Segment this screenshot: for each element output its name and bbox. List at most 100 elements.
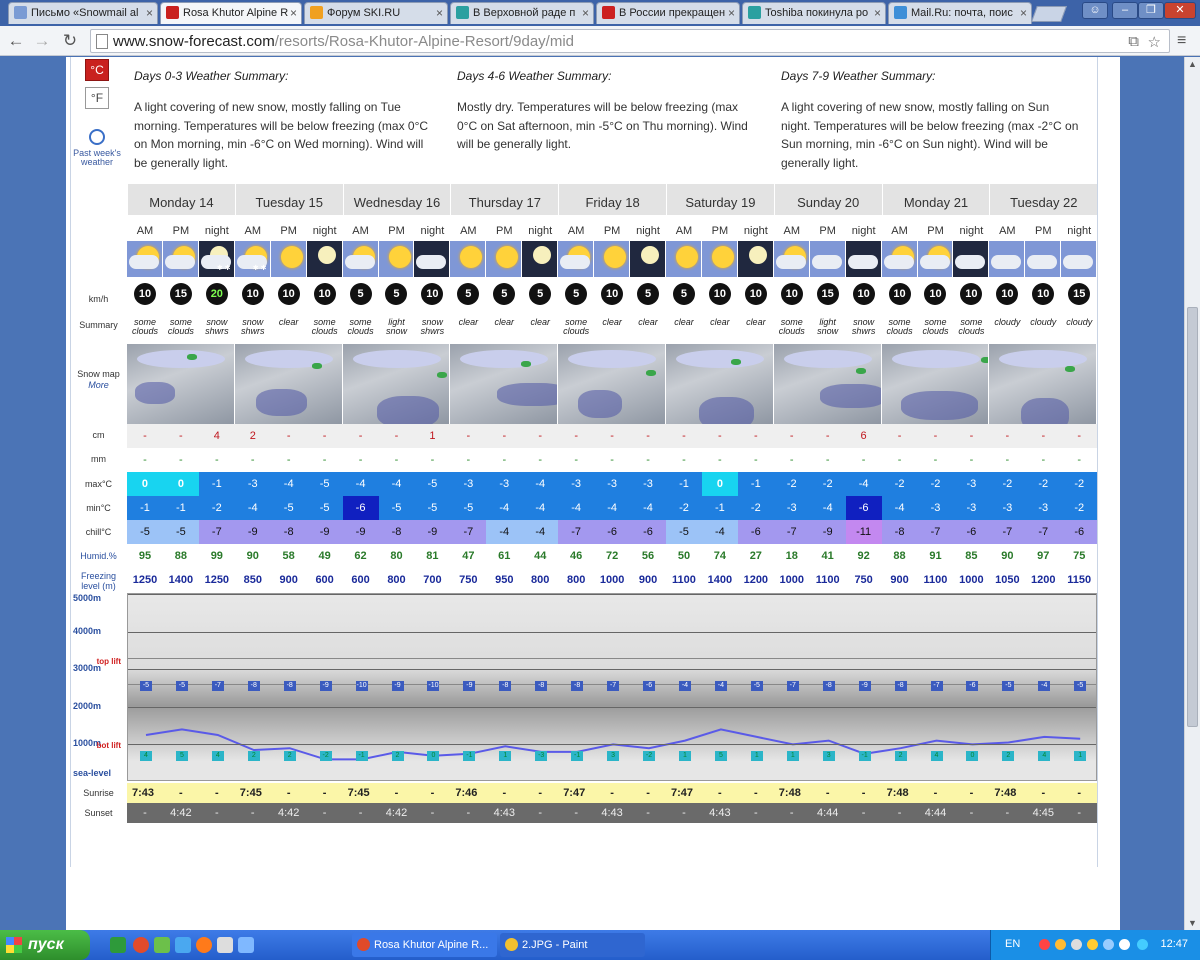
clock: 12:47: [1160, 938, 1188, 950]
weather-summary-cell: clear: [710, 317, 730, 327]
tray-icon[interactable]: [1087, 939, 1098, 950]
browser-tab[interactable]: Rosa Khutor Alpine R ×: [160, 2, 302, 24]
chill-temp-cell: -5: [127, 520, 163, 544]
humidity-cell: 90: [989, 544, 1026, 568]
network-icon[interactable]: [1103, 939, 1114, 950]
celsius-toggle[interactable]: °C: [85, 59, 109, 81]
humidity-cell: 72: [594, 544, 631, 568]
fahrenheit-toggle[interactable]: °F: [85, 87, 109, 109]
map-rain-cells: [855, 368, 866, 374]
address-bar[interactable]: www.snow-forecast.com/resorts/Rosa-Khuto…: [90, 29, 1170, 53]
cloud-icon: [775, 255, 806, 269]
chill-temp-cell: -5: [666, 520, 702, 544]
snow-cell: -: [630, 424, 666, 448]
save-icon[interactable]: [217, 937, 233, 953]
browser-tab[interactable]: Mail.Ru: почта, поис ×: [888, 2, 1032, 24]
start-button[interactable]: пуск: [0, 930, 90, 960]
weather-icon: [594, 241, 631, 277]
tab-close-icon[interactable]: ×: [874, 3, 881, 23]
snow-map-thumbnail[interactable]: [450, 344, 559, 424]
tab-close-icon[interactable]: ×: [728, 3, 735, 23]
snow-map-thumbnail[interactable]: [989, 344, 1098, 424]
browser-tab[interactable]: Toshiba покинула ро ×: [742, 2, 886, 24]
user-icon[interactable]: ☺: [1082, 2, 1108, 19]
snow-map-thumbnail[interactable]: [127, 344, 235, 424]
weather-summary-cell: snow shwrs: [420, 317, 445, 336]
sunrise-cell: 7:47: [558, 783, 595, 803]
taskbar-task[interactable]: Rosa Khutor Alpine R...: [352, 933, 497, 957]
max-temp-cell: -1: [666, 472, 702, 496]
bottom-lift-temp: 4: [139, 751, 152, 762]
firefox-icon[interactable]: [196, 937, 212, 953]
weather-icon: [917, 241, 954, 277]
tab-close-icon[interactable]: ×: [146, 3, 153, 23]
chill-temp-cell: -8: [378, 520, 415, 544]
snow-map-more-link[interactable]: More: [71, 380, 126, 390]
scrollbar[interactable]: ▲ ▼: [1184, 57, 1200, 930]
browser-tab[interactable]: Форум SKI.RU ×: [304, 2, 448, 24]
tray-icon[interactable]: [1119, 939, 1130, 950]
period-label: PM: [378, 215, 415, 241]
wind-arrow-icon: 10: [996, 283, 1019, 305]
snow-map-thumbnail[interactable]: [558, 344, 666, 424]
tab-close-icon[interactable]: ×: [582, 3, 589, 23]
browser-tab[interactable]: В России прекращен ×: [596, 2, 740, 24]
max-temp-cell: -3: [234, 472, 271, 496]
wind-cell: 20: [198, 277, 235, 313]
minimize-button[interactable]: –: [1112, 2, 1138, 19]
rain-cell: -: [594, 448, 631, 472]
summary-title: Days 4-6 Weather Summary:: [457, 69, 612, 83]
new-tab-button[interactable]: [1031, 6, 1067, 22]
sunset-cell: -: [881, 803, 918, 823]
snow-map-thumbnail[interactable]: [881, 344, 990, 424]
wind-arrow-icon: 15: [169, 283, 192, 305]
wind-arrow-icon: 20: [205, 283, 228, 305]
volume-icon[interactable]: [1071, 939, 1082, 950]
weather-summary-cell: some clouds: [563, 317, 590, 336]
rain-cell: -: [845, 448, 882, 472]
flower-icon[interactable]: [154, 937, 170, 953]
freezing-level-cell: 900: [881, 568, 918, 592]
maximize-button[interactable]: ❐: [1138, 2, 1164, 19]
taskbar-task[interactable]: 2.JPG - Paint: [500, 933, 645, 957]
tab-close-icon[interactable]: ×: [290, 3, 297, 23]
snow-map-thumbnail[interactable]: [773, 344, 882, 424]
app-icon[interactable]: [238, 937, 254, 953]
reload-icon[interactable]: ↻: [60, 30, 80, 52]
task-label: 2.JPG - Paint: [522, 939, 588, 951]
tray-icon[interactable]: [1137, 939, 1148, 950]
snow-cell: -: [486, 424, 523, 448]
chill-temp-cell: -6: [594, 520, 631, 544]
close-window-button[interactable]: ✕: [1164, 2, 1196, 19]
tab-close-icon[interactable]: ×: [436, 3, 443, 23]
clock-icon: [89, 129, 105, 145]
ie-icon[interactable]: [175, 937, 191, 953]
tray-icon[interactable]: [1039, 939, 1050, 950]
humidity-cell: 44: [522, 544, 559, 568]
browser-tab[interactable]: Письмо «Snowmail al ×: [8, 2, 158, 24]
snow-map-thumbnail[interactable]: [342, 344, 451, 424]
map-rain-cells: [311, 363, 322, 369]
period-label: night: [1061, 215, 1098, 241]
snow-map-thumbnail[interactable]: [234, 344, 343, 424]
scrollbar-thumb[interactable]: [1187, 307, 1198, 727]
menu-icon[interactable]: ≡: [1177, 32, 1186, 50]
weather-summary-cell: clear: [278, 317, 299, 327]
chill-temp-cell: -9: [809, 520, 846, 544]
map-snow-cover: [376, 396, 439, 424]
bookmark-star-icon[interactable]: ☆: [1148, 33, 1161, 51]
forward-arrow-icon[interactable]: →: [32, 30, 52, 52]
map-sea: [460, 350, 549, 368]
excel-icon[interactable]: [110, 937, 126, 953]
translate-icon[interactable]: ⧉: [1128, 33, 1139, 50]
tray-icon[interactable]: [1055, 939, 1066, 950]
chill-temp-cell: -6: [737, 520, 774, 544]
snow-map-thumbnail[interactable]: [666, 344, 774, 424]
tab-close-icon[interactable]: ×: [1020, 3, 1027, 23]
back-arrow-icon[interactable]: ←: [6, 30, 26, 52]
chrome-icon[interactable]: [133, 937, 149, 953]
language-indicator[interactable]: EN: [1005, 938, 1020, 950]
past-week-weather-link[interactable]: Past week's weather: [73, 129, 121, 167]
browser-tab[interactable]: В Верховной раде п ×: [450, 2, 594, 24]
min-temp-cell: -3: [1025, 496, 1062, 520]
